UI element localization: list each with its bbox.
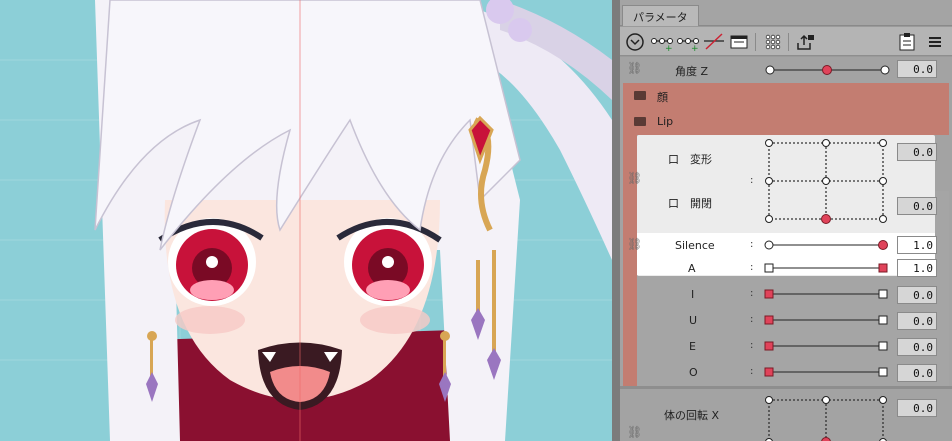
hamburger-menu-icon[interactable] [924, 31, 946, 53]
param-label: 角度 Z [675, 65, 709, 78]
slider-knob[interactable] [878, 240, 888, 250]
export-lock-icon[interactable] [794, 31, 816, 53]
link-icon[interactable]: ⛓ [627, 237, 642, 251]
slider-knob[interactable] [764, 367, 774, 377]
param-slider-o[interactable] [763, 365, 889, 379]
param-value-field[interactable]: 0.0 [897, 286, 937, 304]
param-row-angle-z[interactable]: ⛓ 角度 Z 0.0 [620, 57, 952, 82]
svg-text:+: + [691, 44, 699, 53]
param-label: 口 開閉 [668, 197, 712, 210]
param-slider-i[interactable] [763, 287, 889, 301]
param-row-body-x[interactable]: ⛓ 体の回転 X 0.0 [620, 389, 952, 441]
colon-separator: : [750, 262, 754, 273]
character-illustration [0, 0, 612, 441]
param-row-e[interactable]: E : 0.0 [620, 334, 952, 360]
param-value-field[interactable]: 0.0 [897, 312, 937, 330]
slider-knob[interactable] [764, 341, 774, 351]
param-slider-silence[interactable] [763, 238, 889, 252]
add-keyform-icon[interactable]: + [650, 31, 674, 53]
folder-icon [634, 91, 646, 100]
tab-parameters[interactable]: パラメータ [622, 5, 699, 26]
param-slider-u[interactable] [763, 313, 889, 327]
grid-knob[interactable] [821, 437, 831, 441]
slider-knob[interactable] [764, 289, 774, 299]
param-value-field[interactable]: 0.0 [897, 364, 937, 382]
param-slider-e[interactable] [763, 339, 889, 353]
group-label: Lip [657, 115, 674, 128]
param-label: Silence [675, 239, 715, 252]
grid-knob[interactable] [821, 214, 831, 224]
param-label: 体の回転 X [664, 409, 720, 422]
parameter-toolbar: + + [620, 27, 952, 56]
folder-open-icon [634, 117, 646, 126]
param-row-o[interactable]: O : 0.0 [620, 360, 952, 386]
param-value-field[interactable]: 1.0 [897, 259, 937, 277]
param-row-mouth-combined[interactable]: ⛓ 口 変形 : 口 開閉 0.0 0.0 [620, 135, 952, 233]
circle-chevron-down-icon[interactable] [624, 31, 646, 53]
param-group-lip[interactable]: Lip [623, 109, 949, 135]
group-label: 顔 [657, 91, 668, 104]
character-canvas[interactable] [0, 0, 612, 441]
slider-knob[interactable] [878, 263, 888, 273]
colon-separator: : [750, 314, 754, 325]
param-row-silence[interactable]: ⛓ Silence : 1.0 [620, 233, 952, 257]
param-row-u[interactable]: U : 0.0 [620, 308, 952, 334]
colon-separator: : [750, 239, 754, 250]
toolbar-separator [755, 33, 756, 51]
dot-grid-icon[interactable] [762, 31, 784, 53]
param-label: O [689, 366, 698, 379]
colon-separator: : [750, 340, 754, 351]
param-label: E [689, 340, 696, 353]
panel-tab-bar: パラメータ [620, 0, 952, 26]
param-label: I [691, 288, 695, 301]
slider-knob[interactable] [822, 65, 832, 75]
slider-knob[interactable] [764, 315, 774, 325]
remove-keyform-icon[interactable] [702, 31, 726, 53]
colon-separator: : [750, 366, 754, 377]
parameter-list: ⛓ 角度 Z 0.0 顔 Lip ⛓ 口 変形: 口 開閉 0.0 0.0 ⛓… [620, 57, 952, 441]
param-row-i[interactable]: I : 0.0 [620, 282, 952, 308]
toolbar-separator [788, 33, 789, 51]
param-value-field[interactable]: 0.0 [897, 338, 937, 356]
panel-divider[interactable] [612, 0, 620, 441]
param-row-a[interactable]: A : 1.0 [620, 257, 952, 279]
param-label: A [688, 262, 696, 275]
colon-separator: : [750, 175, 754, 186]
app-window: パラメータ + + ⛓ 角度 Z 0.0 顔 Lip ⛓ 口 変形: 口 開閉… [0, 0, 952, 441]
link-icon[interactable]: ⛓ [627, 171, 642, 185]
param-value-field[interactable]: 0.0 [897, 197, 937, 215]
svg-text:+: + [665, 44, 673, 53]
param-value-field[interactable]: 0.0 [897, 399, 937, 417]
param-2d-grid-body[interactable] [763, 394, 889, 441]
param-slider-a[interactable] [763, 261, 889, 275]
clipboard-icon[interactable] [896, 31, 918, 53]
param-2d-grid-mouth[interactable] [763, 137, 889, 227]
film-strip-icon[interactable] [728, 31, 750, 53]
param-value-field[interactable]: 0.0 [897, 60, 937, 78]
link-icon[interactable]: ⛓ [627, 61, 642, 75]
param-group-face[interactable]: 顔 [623, 83, 949, 109]
param-label: U [689, 314, 698, 327]
param-value-field[interactable]: 0.0 [897, 143, 937, 161]
param-value-field[interactable]: 1.0 [897, 236, 937, 254]
colon-separator: : [750, 288, 754, 299]
add-keyform-multi-icon[interactable]: + [676, 31, 700, 53]
param-label: 口 変形 [668, 153, 712, 166]
param-slider-angle-z[interactable] [765, 63, 890, 77]
link-icon[interactable]: ⛓ [627, 425, 642, 439]
parameter-panel: パラメータ + + ⛓ 角度 Z 0.0 顔 Lip ⛓ 口 変形: 口 開閉… [620, 0, 952, 441]
